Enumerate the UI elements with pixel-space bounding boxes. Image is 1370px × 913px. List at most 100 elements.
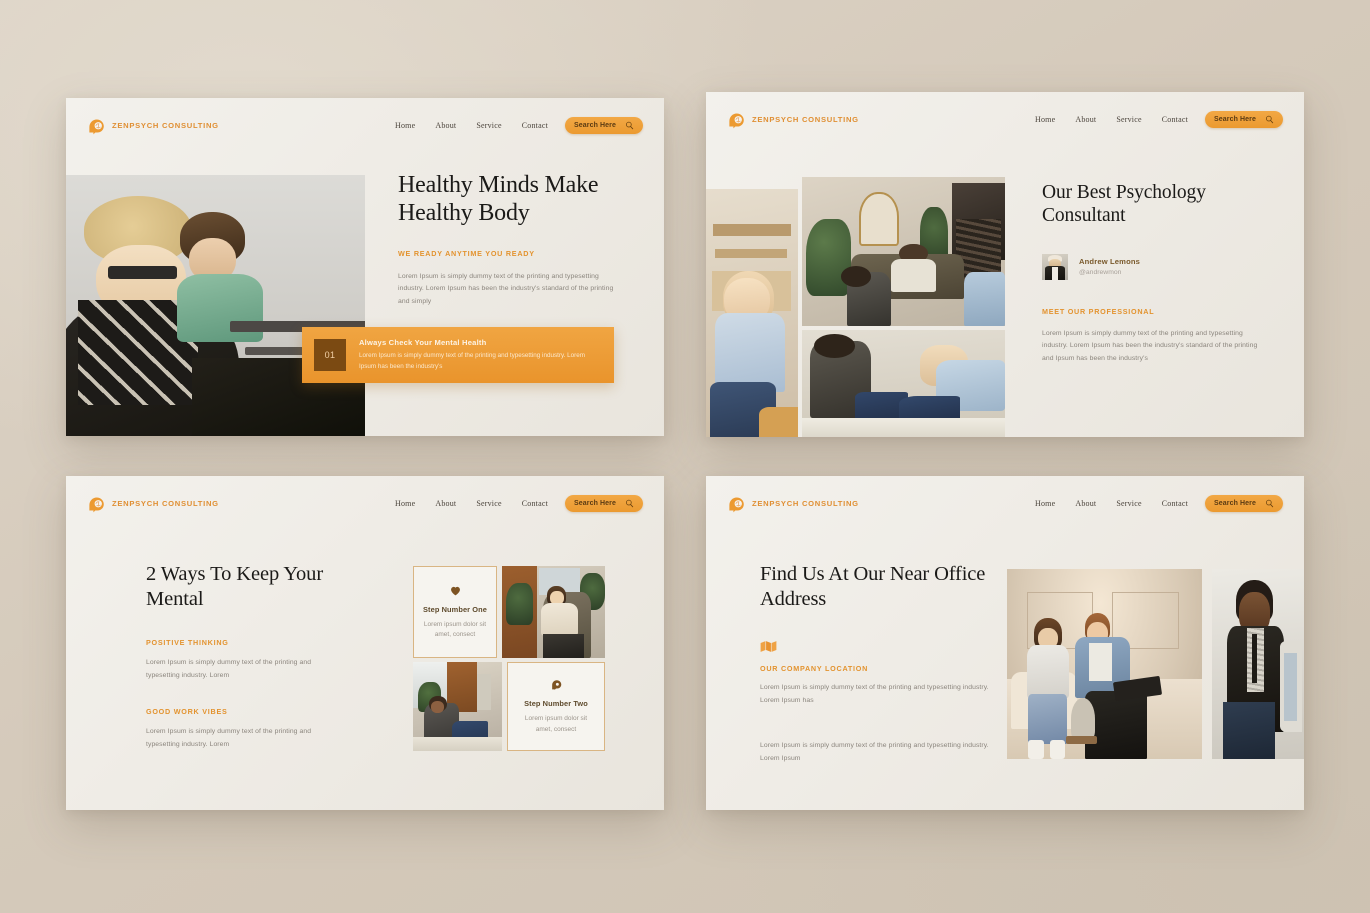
nav-links: Home About Service Contact bbox=[1035, 499, 1188, 508]
step-photo-two bbox=[413, 662, 502, 751]
callout-number: 01 bbox=[314, 339, 346, 371]
magnifier-icon bbox=[1266, 115, 1274, 123]
presentation-mockup-board: ZENPSYCH CONSULTING Home About Service C… bbox=[0, 0, 1370, 913]
folded-map-icon bbox=[760, 641, 777, 653]
callout-title: Always Check Your Mental Health bbox=[359, 337, 487, 347]
brand-logo[interactable]: ZENPSYCH CONSULTING bbox=[87, 494, 219, 513]
magnifier-icon bbox=[626, 121, 634, 129]
location-eyebrow: OUR COMPANY LOCATION bbox=[760, 664, 869, 674]
consultant-name: Andrew Lemons bbox=[1079, 257, 1141, 267]
steps-grid: Step Number One Lorem ipsum dolor sit am… bbox=[413, 566, 605, 751]
nav-link-home[interactable]: Home bbox=[395, 499, 415, 508]
consultant-text-block: Our Best Psychology Consultant Andrew Le… bbox=[1042, 181, 1286, 365]
slide-hero: ZENPSYCH CONSULTING Home About Service C… bbox=[66, 98, 664, 436]
location-body-text-2: Lorem Ipsum is simply dummy text of the … bbox=[760, 742, 989, 762]
nav-link-contact[interactable]: Contact bbox=[1162, 499, 1188, 508]
nav-link-about[interactable]: About bbox=[1075, 115, 1096, 124]
gallery-photo-1 bbox=[706, 189, 798, 437]
magnifier-icon bbox=[1266, 499, 1274, 507]
nav-link-contact[interactable]: Contact bbox=[522, 499, 548, 508]
location-body-text-1: Lorem Ipsum is simply dummy text of the … bbox=[760, 684, 989, 704]
gallery-photo-2 bbox=[802, 177, 1005, 326]
head-profile-brain-icon bbox=[729, 112, 744, 128]
nav-link-about[interactable]: About bbox=[1075, 499, 1096, 508]
page-title: Our Best Psychology Consultant bbox=[1042, 182, 1206, 227]
navbar-slide-1: ZENPSYCH CONSULTING Home About Service C… bbox=[66, 98, 664, 152]
page-title: 2 Ways To Keep Your Mental bbox=[146, 563, 324, 610]
location-text-block: Find Us At Our Near Office Address OUR C… bbox=[760, 562, 1000, 765]
page-title: Find Us At Our Near Office Address bbox=[760, 563, 986, 610]
brand-name: ZENPSYCH CONSULTING bbox=[752, 114, 859, 124]
nav-links: Home About Service Contact bbox=[395, 121, 548, 130]
brand-name: ZENPSYCH CONSULTING bbox=[752, 498, 859, 508]
nav-link-service[interactable]: Service bbox=[1116, 499, 1141, 508]
avatar bbox=[1042, 253, 1068, 280]
search-button[interactable]: Search Here bbox=[1205, 110, 1283, 128]
step-two-title: Step Number Two bbox=[524, 699, 588, 709]
search-button[interactable]: Search Here bbox=[1205, 494, 1283, 512]
search-button[interactable]: Search Here bbox=[565, 116, 643, 134]
nav-link-home[interactable]: Home bbox=[1035, 115, 1055, 124]
brand-logo[interactable]: ZENPSYCH CONSULTING bbox=[87, 116, 219, 135]
step-photo-one bbox=[502, 566, 605, 658]
hero-eyebrow: WE READY ANYTIME YOU READY bbox=[398, 248, 535, 258]
search-button-label: Search Here bbox=[1214, 499, 1256, 507]
head-profile-brain-icon bbox=[89, 496, 104, 512]
hero-photo bbox=[66, 175, 365, 436]
nav-links: Home About Service Contact bbox=[1035, 115, 1188, 124]
brand-logo[interactable]: ZENPSYCH CONSULTING bbox=[727, 110, 859, 129]
hero-callout-card[interactable]: 01 Always Check Your Mental Health Lorem… bbox=[302, 327, 614, 383]
brand-name: ZENPSYCH CONSULTING bbox=[112, 498, 219, 508]
head-profile-icon bbox=[551, 680, 561, 691]
step-card-two[interactable]: Step Number Two Lorem ipsum dolor sit am… bbox=[507, 662, 605, 751]
nav-link-service[interactable]: Service bbox=[476, 499, 501, 508]
nav-link-service[interactable]: Service bbox=[1116, 115, 1141, 124]
navbar-slide-2: ZENPSYCH CONSULTING Home About Service C… bbox=[706, 92, 1304, 146]
consultant-profile[interactable]: Andrew Lemons @andrewmon bbox=[1042, 253, 1286, 280]
brand-logo[interactable]: ZENPSYCH CONSULTING bbox=[727, 494, 859, 513]
hero-body-text: Lorem Ipsum is simply dummy text of the … bbox=[398, 272, 614, 305]
section-body-good-work-vibes: Lorem Ipsum is simply dummy text of the … bbox=[146, 728, 312, 748]
location-photo-2 bbox=[1212, 569, 1304, 759]
nav-links: Home About Service Contact bbox=[395, 499, 548, 508]
consultant-body-text: Lorem Ipsum is simply dummy text of the … bbox=[1042, 329, 1258, 362]
search-button-label: Search Here bbox=[574, 499, 616, 507]
hero-text-block: Healthy Minds Make Healthy Body WE READY… bbox=[398, 172, 643, 308]
nav-link-contact[interactable]: Contact bbox=[1162, 115, 1188, 124]
section-eyebrow-positive-thinking: POSITIVE THINKING bbox=[146, 638, 229, 648]
gallery-photo-3 bbox=[802, 330, 1005, 437]
location-photo-1 bbox=[1007, 569, 1202, 759]
slide-ways: ZENPSYCH CONSULTING Home About Service C… bbox=[66, 476, 664, 810]
callout-text: Always Check Your Mental Health Lorem Ip… bbox=[359, 338, 602, 372]
head-profile-brain-icon bbox=[729, 496, 744, 512]
navbar-slide-4: ZENPSYCH CONSULTING Home About Service C… bbox=[706, 476, 1304, 530]
search-button-label: Search Here bbox=[1214, 115, 1256, 123]
step-two-body: Lorem ipsum dolor sit amet, consect bbox=[524, 715, 588, 733]
callout-body: Lorem Ipsum is simply dummy text of the … bbox=[359, 351, 585, 370]
consultant-photo-gallery bbox=[706, 177, 1005, 437]
page-title: Healthy Minds Make Healthy Body bbox=[398, 172, 599, 226]
nav-link-contact[interactable]: Contact bbox=[522, 121, 548, 130]
consultant-eyebrow: MEET OUR PROFESSIONAL bbox=[1042, 306, 1155, 316]
slide-consultant: ZENPSYCH CONSULTING Home About Service C… bbox=[706, 92, 1304, 437]
search-button[interactable]: Search Here bbox=[565, 494, 643, 512]
nav-link-home[interactable]: Home bbox=[1035, 499, 1055, 508]
nav-link-about[interactable]: About bbox=[435, 121, 456, 130]
brand-name: ZENPSYCH CONSULTING bbox=[112, 120, 219, 130]
section-eyebrow-good-work-vibes: GOOD WORK VIBES bbox=[146, 707, 228, 717]
consultant-handle: @andrewmon bbox=[1079, 269, 1122, 277]
heart-icon bbox=[450, 586, 460, 595]
consultant-identity: Andrew Lemons @andrewmon bbox=[1079, 257, 1140, 276]
ways-text-block: 2 Ways To Keep Your Mental POSITIVE THIN… bbox=[146, 562, 346, 751]
nav-link-about[interactable]: About bbox=[435, 499, 456, 508]
nav-link-home[interactable]: Home bbox=[395, 121, 415, 130]
nav-link-service[interactable]: Service bbox=[476, 121, 501, 130]
step-card-one[interactable]: Step Number One Lorem ipsum dolor sit am… bbox=[413, 566, 497, 658]
search-button-label: Search Here bbox=[574, 121, 616, 129]
magnifier-icon bbox=[626, 499, 634, 507]
step-one-body: Lorem ipsum dolor sit amet, consect bbox=[423, 620, 487, 638]
section-body-positive-thinking: Lorem Ipsum is simply dummy text of the … bbox=[146, 659, 312, 679]
navbar-slide-3: ZENPSYCH CONSULTING Home About Service C… bbox=[66, 476, 664, 530]
step-one-title: Step Number One bbox=[423, 604, 487, 614]
slide-location: ZENPSYCH CONSULTING Home About Service C… bbox=[706, 476, 1304, 810]
